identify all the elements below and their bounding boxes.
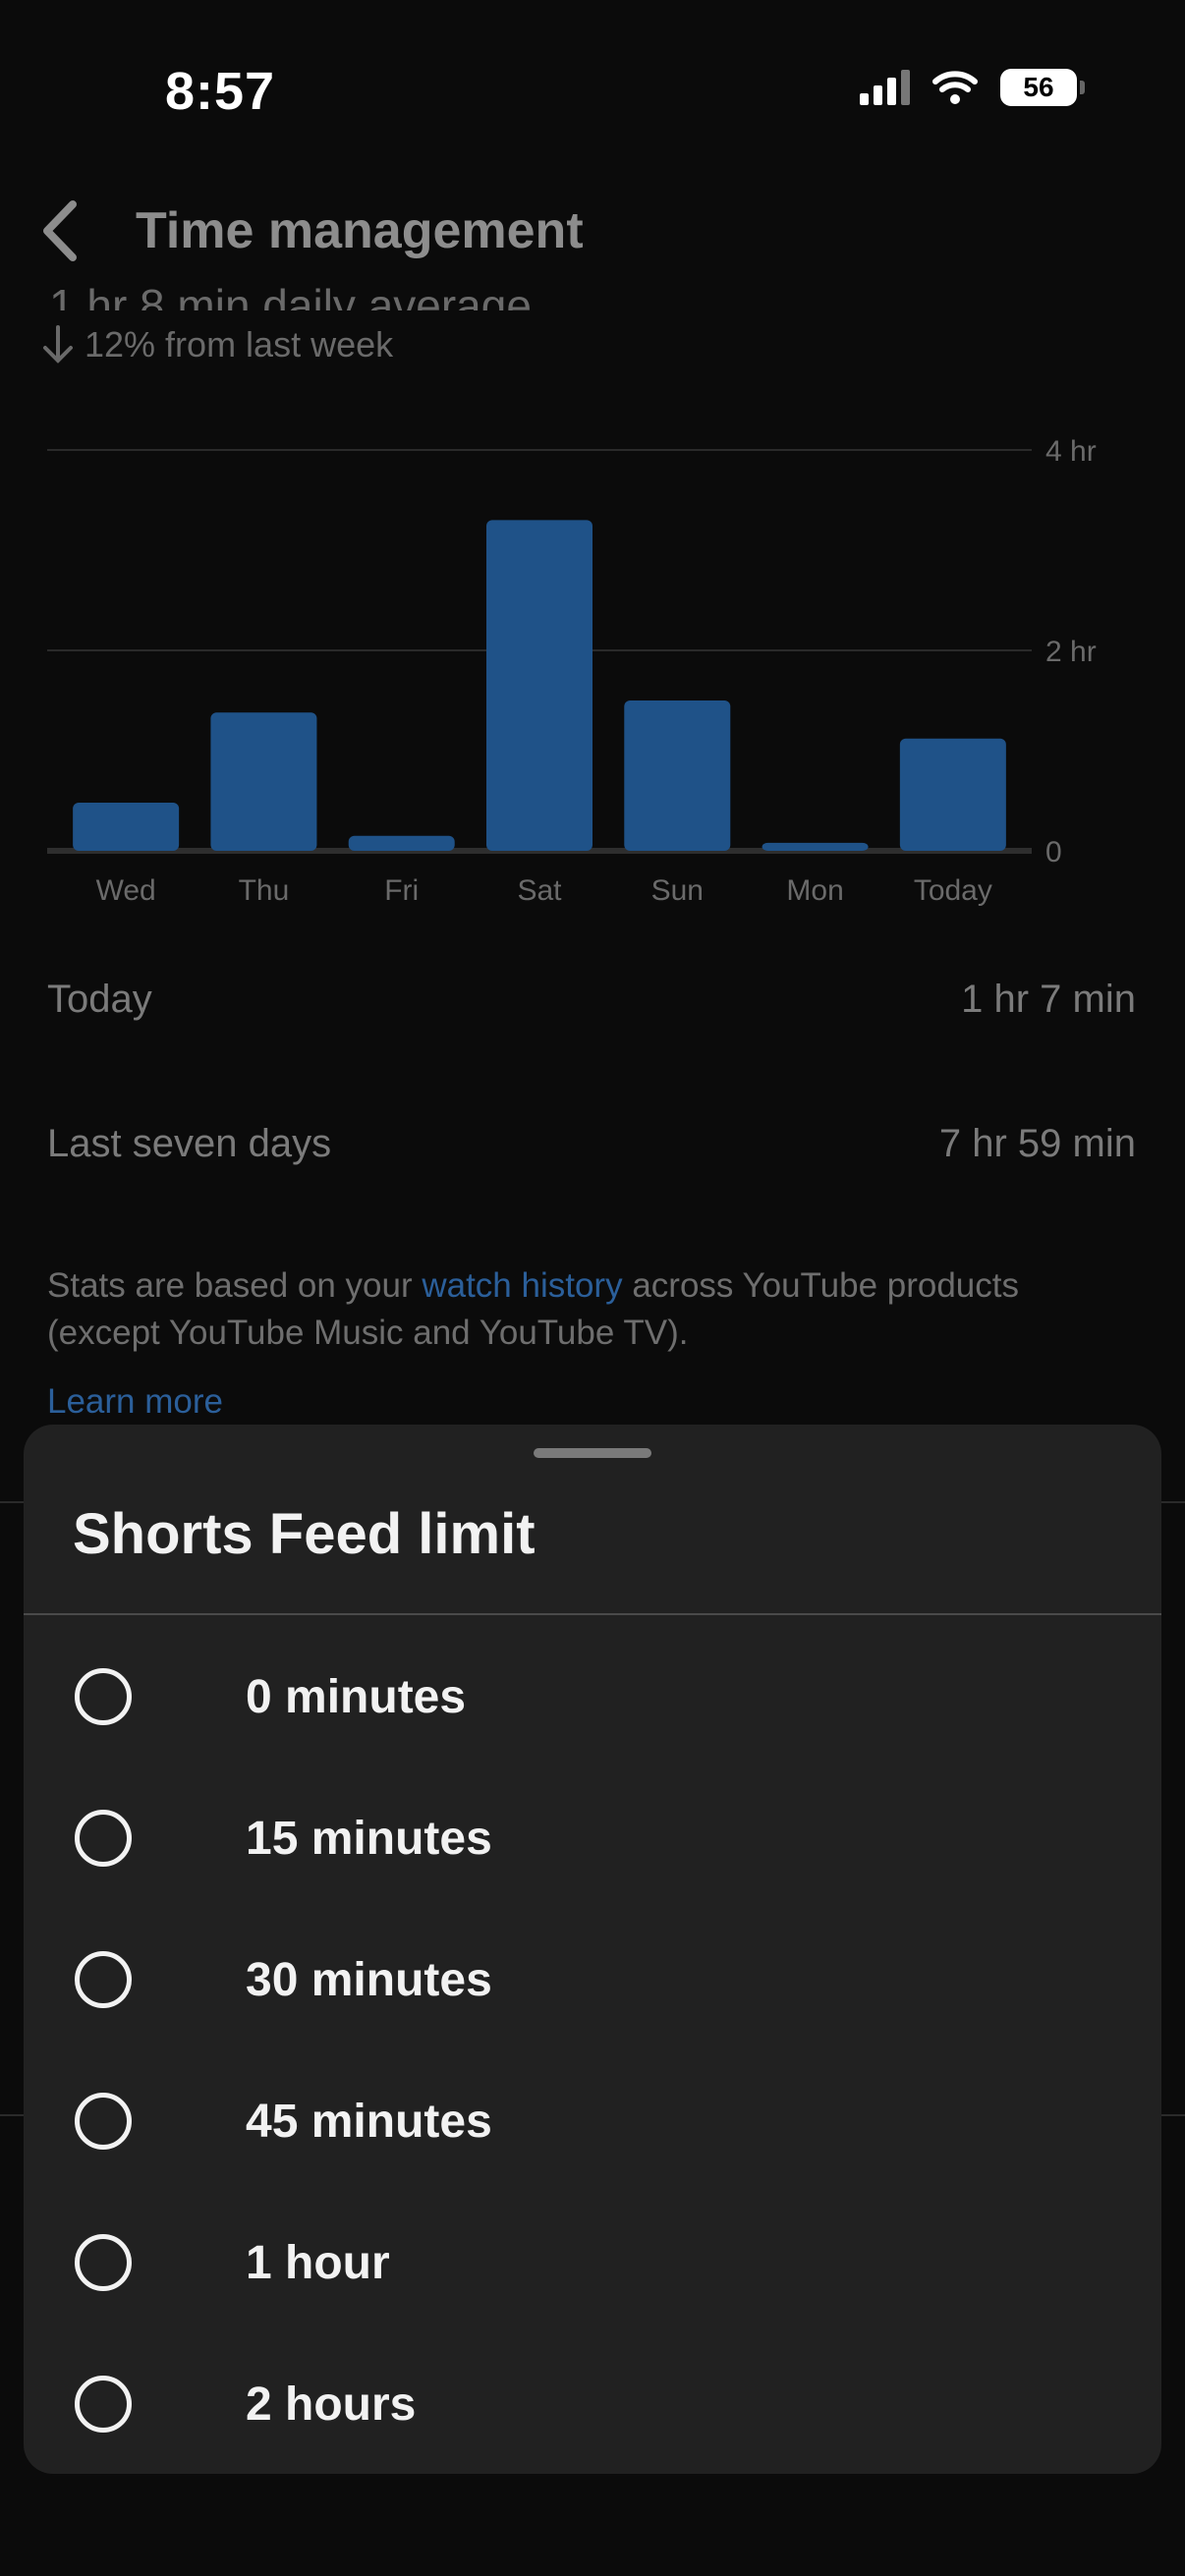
y-tick-label: 2 hr — [1045, 636, 1097, 668]
bar-today[interactable] — [899, 738, 1006, 851]
x-tick-label: Mon — [786, 874, 843, 907]
option-label: 45 minutes — [246, 2095, 492, 2148]
weekly-change-text: 12% from last week — [85, 324, 394, 364]
bar-thu[interactable] — [210, 712, 317, 851]
option-label: 15 minutes — [246, 1812, 492, 1865]
option-label: 0 minutes — [246, 1670, 467, 1723]
x-tick-label: Thu — [239, 874, 290, 907]
daily-average: 1 hr 8 min daily average — [49, 280, 532, 310]
option-1-hour[interactable]: 1 hour — [24, 2192, 1161, 2333]
bar-wed[interactable] — [73, 803, 180, 851]
usage-chart: 4 hr 2 hr 0 Wed Thu Fri Sat Sun Mon Today — [47, 435, 1097, 907]
radio-button[interactable] — [75, 2093, 132, 2150]
week-label: Last seven days — [47, 1122, 332, 1165]
wifi-icon — [932, 71, 978, 104]
page-title: Time management — [136, 202, 584, 259]
sheet-title: Shorts Feed limit — [73, 1502, 536, 1566]
bar-fri[interactable] — [348, 835, 455, 851]
today-value: 1 hr 7 min — [961, 978, 1136, 1021]
stats-note: Stats are based on your watch history ac… — [47, 1262, 1138, 1357]
status-time: 8:57 — [165, 62, 276, 121]
battery-icon: 56 — [1000, 69, 1085, 106]
x-tick-label: Sun — [651, 874, 704, 907]
bar-mon[interactable] — [762, 842, 869, 851]
x-tick-label: Today — [914, 874, 992, 907]
radio-button[interactable] — [75, 1668, 132, 1725]
option-label: 1 hour — [246, 2236, 390, 2289]
watch-history-link[interactable]: watch history — [422, 1266, 622, 1305]
week-value: 7 hr 59 min — [938, 1122, 1136, 1165]
status-icons: 56 — [860, 69, 1085, 106]
arrow-down-icon — [43, 325, 73, 364]
stats-note-prefix: Stats are based on your — [47, 1266, 423, 1305]
y-tick-label: 4 hr — [1045, 435, 1097, 468]
x-tick-label: Sat — [517, 874, 562, 907]
learn-more-link[interactable]: Learn more — [47, 1382, 223, 1422]
option-label: 2 hours — [246, 2378, 417, 2431]
y-tick-label: 0 — [1045, 836, 1062, 868]
option-label: 30 minutes — [246, 1953, 492, 2006]
sheet-divider — [24, 1613, 1161, 1615]
option-30-minutes[interactable]: 30 minutes — [24, 1909, 1161, 2050]
radio-button[interactable] — [75, 1951, 132, 2008]
x-tick-label: Wed — [96, 874, 156, 907]
option-0-minutes[interactable]: 0 minutes — [24, 1626, 1161, 1767]
radio-button[interactable] — [75, 2376, 132, 2433]
bar-sat[interactable] — [486, 520, 592, 851]
back-button[interactable] — [35, 196, 85, 265]
option-15-minutes[interactable]: 15 minutes — [24, 1767, 1161, 1909]
x-tick-label: Fri — [384, 874, 419, 907]
option-2-hours[interactable]: 2 hours — [24, 2333, 1161, 2475]
weekly-change: 12% from last week — [41, 324, 393, 365]
radio-button[interactable] — [75, 2234, 132, 2291]
today-label: Today — [47, 978, 152, 1021]
radio-button[interactable] — [75, 1810, 132, 1867]
signal-icon — [860, 70, 910, 105]
bar-sun[interactable] — [624, 700, 731, 851]
option-45-minutes[interactable]: 45 minutes — [24, 2050, 1161, 2192]
sheet-drag-handle[interactable] — [534, 1448, 651, 1458]
